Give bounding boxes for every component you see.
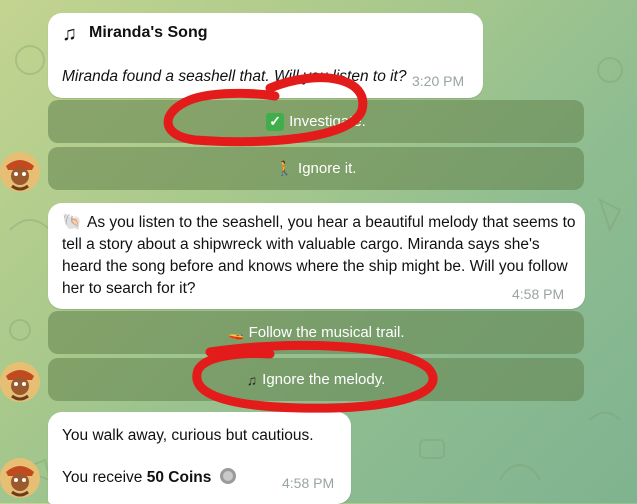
- button-label: Ignore the melody.: [262, 371, 386, 388]
- ignore-melody-button[interactable]: ♫ Ignore the melody.: [48, 358, 584, 401]
- bot-avatar[interactable]: [0, 152, 40, 192]
- ignore-it-button[interactable]: 🚶 Ignore it.: [48, 147, 584, 190]
- pirate-avatar-icon: [0, 362, 40, 402]
- investigate-button[interactable]: ✓ Investigate.: [48, 100, 584, 143]
- bot-avatar[interactable]: [0, 458, 40, 498]
- message-text-line1: You walk away, curious but cautious.: [62, 427, 314, 444]
- bot-message-2: 🐚 As you listen to the seashell, you hea…: [48, 203, 585, 309]
- message-timestamp: 3:20 PM: [412, 73, 465, 89]
- bot-message-3: You walk away, curious but cautious. You…: [48, 412, 351, 504]
- music-note-icon: ♫: [62, 23, 77, 45]
- message-text-line2: You receive 50 Coins: [62, 467, 237, 489]
- pirate-avatar-icon: [0, 152, 40, 192]
- coin-icon: [219, 468, 236, 484]
- bot-message-1: ♫ Miranda's Song Miranda found a seashel…: [48, 13, 483, 98]
- walking-person-icon: 🚶: [275, 160, 294, 176]
- message-timestamp: 4:58 PM: [512, 286, 565, 302]
- bot-avatar[interactable]: [0, 362, 40, 402]
- message-title: Miranda's Song: [89, 24, 208, 41]
- message-text: As you listen to the seashell, you hear …: [62, 214, 576, 297]
- button-label: Investigate.: [289, 113, 366, 130]
- button-label: Follow the musical trail.: [248, 324, 405, 341]
- coin-amount: 50 Coins: [146, 469, 212, 486]
- music-notes-icon: ♫: [246, 371, 258, 388]
- boat-icon: 🚤: [227, 324, 244, 340]
- button-label: Ignore it.: [298, 160, 357, 177]
- follow-musical-trail-button[interactable]: 🚤 Follow the musical trail.: [48, 311, 584, 354]
- check-icon: ✓: [266, 112, 285, 131]
- message-timestamp: 4:58 PM: [282, 475, 335, 491]
- message-text: Miranda found a seashell that. Will you …: [62, 68, 407, 85]
- pirate-avatar-icon: [0, 458, 40, 498]
